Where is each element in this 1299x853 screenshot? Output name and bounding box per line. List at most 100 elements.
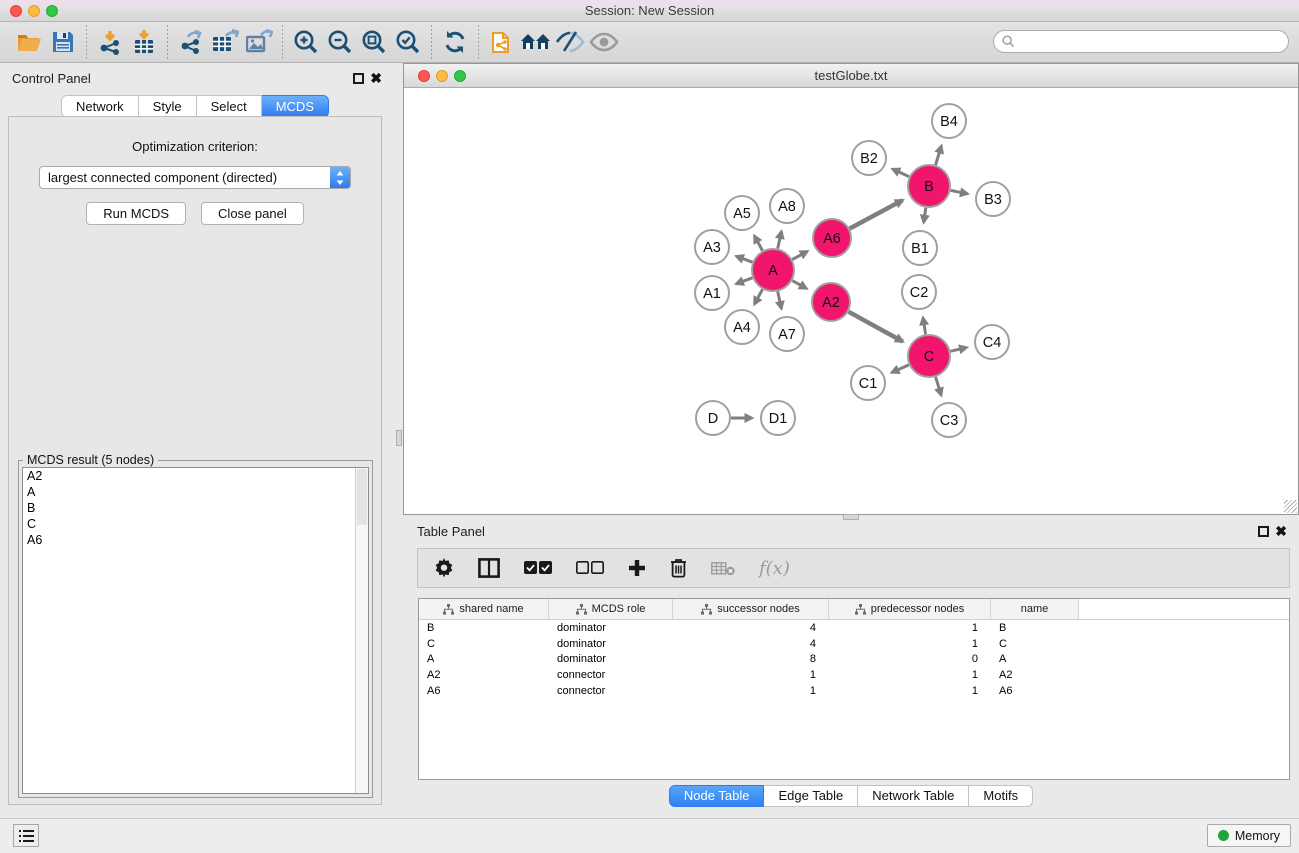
- graph-edge-A-A7[interactable]: [778, 292, 782, 309]
- table-cell[interactable]: A2: [991, 669, 1079, 681]
- table-row[interactable]: Bdominator41B: [419, 620, 1289, 636]
- network-canvas[interactable]: AA1A2A3A4A5A6A7A8BB1B2B3B4CC1C2C3C4DD1: [405, 88, 1297, 513]
- table-cell[interactable]: connector: [549, 669, 673, 681]
- result-item[interactable]: C: [23, 516, 368, 532]
- export-image-icon[interactable]: [242, 25, 276, 59]
- open-session-icon[interactable]: [12, 25, 46, 59]
- result-item[interactable]: B: [23, 500, 368, 516]
- graph-edge-C-C3[interactable]: [936, 377, 942, 395]
- table-cell[interactable]: A6: [991, 685, 1079, 697]
- table-cell[interactable]: 1: [829, 622, 991, 634]
- zoom-selected-icon[interactable]: [391, 25, 425, 59]
- table-cell[interactable]: C: [991, 638, 1079, 650]
- zoom-in-icon[interactable]: [289, 25, 323, 59]
- graph-edge-A-A8[interactable]: [778, 231, 782, 248]
- table-cell[interactable]: dominator: [549, 653, 673, 665]
- table-cell[interactable]: A6: [419, 685, 549, 697]
- table-cell[interactable]: B: [991, 622, 1079, 634]
- graph-edge-C-C4[interactable]: [951, 348, 967, 352]
- task-history-button[interactable]: [13, 824, 39, 847]
- refresh-icon[interactable]: [438, 25, 472, 59]
- float-panel-icon[interactable]: [353, 73, 364, 84]
- column-header-shared-name[interactable]: shared name: [419, 599, 549, 619]
- import-network-icon[interactable]: [93, 25, 127, 59]
- result-item[interactable]: A6: [23, 532, 368, 548]
- result-item[interactable]: A2: [23, 468, 368, 484]
- column-header-mcds-role[interactable]: MCDS role: [549, 599, 673, 619]
- graph-edge-B-B2[interactable]: [893, 169, 910, 177]
- column-header-successor-nodes[interactable]: successor nodes: [673, 599, 829, 619]
- table-cell[interactable]: 8: [673, 653, 829, 665]
- table-cell[interactable]: 1: [829, 669, 991, 681]
- tab-motifs[interactable]: Motifs: [969, 785, 1033, 807]
- result-item[interactable]: A: [23, 484, 368, 500]
- table-row[interactable]: A6connector11A6: [419, 683, 1289, 699]
- table-cell[interactable]: 1: [829, 685, 991, 697]
- graph-edge-A-A3[interactable]: [736, 256, 752, 262]
- graph-edge-B-B4[interactable]: [936, 146, 942, 165]
- graph-edge-B-B1[interactable]: [924, 208, 926, 223]
- table-cell[interactable]: dominator: [549, 622, 673, 634]
- window-resize-grip[interactable]: [1284, 500, 1297, 513]
- table-cell[interactable]: connector: [549, 685, 673, 697]
- table-cell[interactable]: A: [419, 653, 549, 665]
- save-session-icon[interactable]: [46, 25, 80, 59]
- criterion-select[interactable]: largest connected component (directed): [39, 166, 351, 189]
- splitter-handle[interactable]: [396, 430, 402, 446]
- table-cell[interactable]: B: [419, 622, 549, 634]
- close-panel-button[interactable]: Close panel: [201, 202, 304, 225]
- graph-edge-C-C2[interactable]: [923, 318, 926, 335]
- graph-edge-A2-C[interactable]: [849, 312, 903, 342]
- column-header-predecessor-nodes[interactable]: predecessor nodes: [829, 599, 991, 619]
- deselect-all-checkboxes-icon[interactable]: [576, 554, 604, 582]
- graph-edge-A-A6[interactable]: [792, 251, 807, 259]
- home-networks-icon[interactable]: [519, 25, 553, 59]
- export-network-icon[interactable]: [174, 25, 208, 59]
- graph-edge-B-B3[interactable]: [951, 190, 968, 193]
- select-all-checkboxes-icon[interactable]: [524, 554, 552, 582]
- tab-edge-table[interactable]: Edge Table: [764, 785, 858, 807]
- annotation-network-icon[interactable]: [485, 25, 519, 59]
- tab-network-table[interactable]: Network Table: [858, 785, 969, 807]
- table-row[interactable]: Adominator80A: [419, 652, 1289, 668]
- table-cell[interactable]: 1: [673, 669, 829, 681]
- table-cell[interactable]: 1: [673, 685, 829, 697]
- delete-column-icon[interactable]: [670, 554, 687, 582]
- column-header-name[interactable]: name: [991, 599, 1079, 619]
- tab-network[interactable]: Network: [61, 95, 139, 118]
- tab-mcds[interactable]: MCDS: [262, 95, 329, 118]
- table-cell[interactable]: 0: [829, 653, 991, 665]
- table-cell[interactable]: C: [419, 638, 549, 650]
- graph-edge-A-A5[interactable]: [754, 236, 762, 251]
- zoom-fit-icon[interactable]: [357, 25, 391, 59]
- graph-edge-A-A2[interactable]: [792, 281, 806, 289]
- tab-style[interactable]: Style: [139, 95, 197, 118]
- zoom-out-icon[interactable]: [323, 25, 357, 59]
- export-table-icon[interactable]: [208, 25, 242, 59]
- float-panel-icon[interactable]: [1258, 526, 1269, 537]
- close-panel-icon[interactable]: ✖: [1275, 523, 1287, 540]
- table-cell[interactable]: 4: [673, 622, 829, 634]
- table-cell[interactable]: A: [991, 653, 1079, 665]
- table-cell[interactable]: A2: [419, 669, 549, 681]
- close-panel-icon[interactable]: ✖: [370, 70, 382, 87]
- search-input[interactable]: [993, 30, 1289, 53]
- import-table-icon[interactable]: [127, 25, 161, 59]
- result-list-scrollbar[interactable]: [355, 468, 368, 793]
- graph-edge-A-A1[interactable]: [736, 278, 752, 284]
- node-table[interactable]: shared name MCDS role successor nodes pr…: [418, 598, 1290, 780]
- graph-edge-C-C1[interactable]: [892, 365, 909, 373]
- select-stepper-icon[interactable]: [330, 167, 350, 188]
- graph-edge-A-A4[interactable]: [754, 289, 762, 304]
- add-column-icon[interactable]: [628, 554, 646, 582]
- settings-gear-icon[interactable]: [434, 554, 454, 582]
- split-view-icon[interactable]: [478, 554, 500, 582]
- table-cell[interactable]: 4: [673, 638, 829, 650]
- table-row[interactable]: Cdominator41C: [419, 636, 1289, 652]
- table-cell[interactable]: 1: [829, 638, 991, 650]
- table-row[interactable]: A2connector11A2: [419, 667, 1289, 683]
- memory-button[interactable]: Memory: [1207, 824, 1291, 847]
- hide-graphics-details-icon[interactable]: [553, 25, 587, 59]
- show-graphics-details-icon[interactable]: [587, 25, 621, 59]
- mcds-result-list[interactable]: A2ABCA6: [22, 467, 369, 794]
